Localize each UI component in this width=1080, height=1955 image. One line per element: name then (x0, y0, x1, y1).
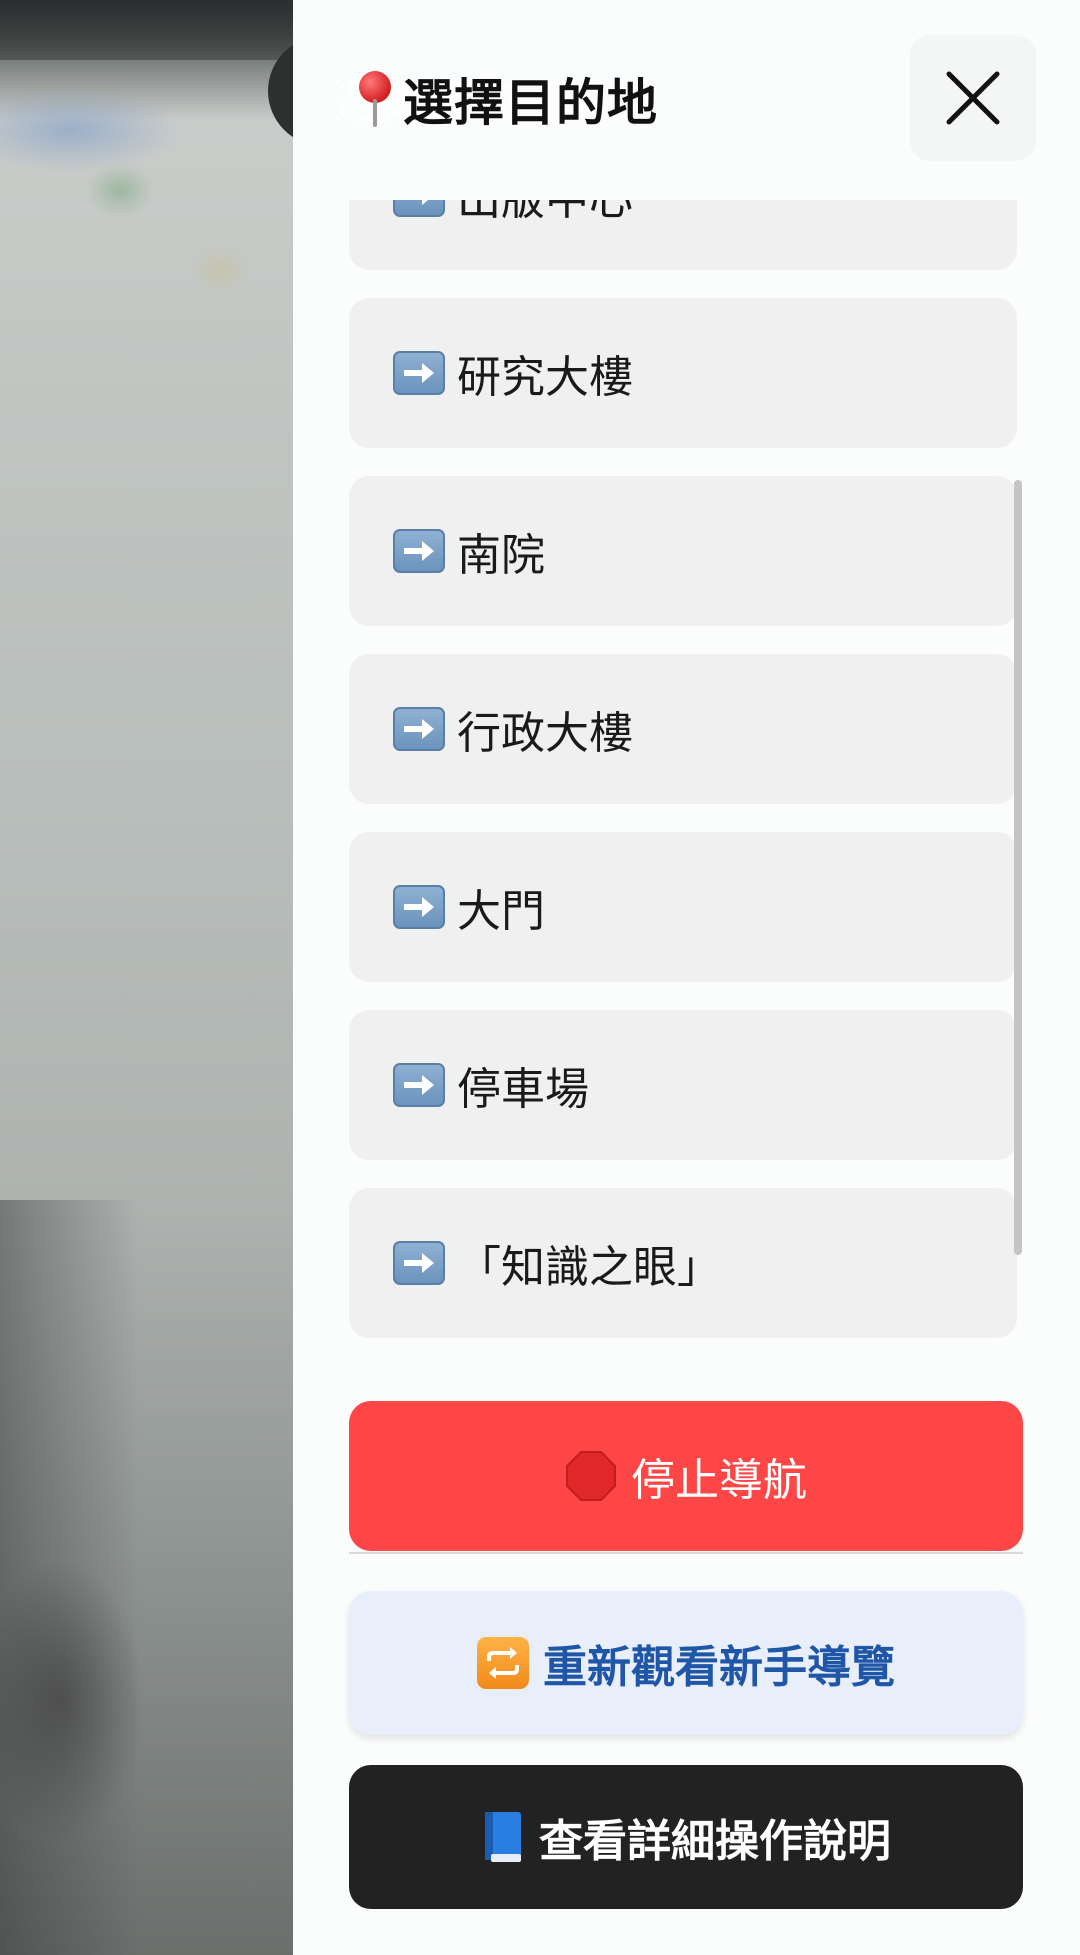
destination-item[interactable]: 出版中心 (349, 200, 1017, 270)
close-button[interactable] (910, 35, 1036, 161)
drawer-header: 選擇目的... 選擇目的地 (293, 0, 1080, 200)
right-arrow-icon (393, 1063, 445, 1107)
right-arrow-icon (393, 351, 445, 395)
stop-sign-icon (565, 1450, 617, 1502)
camera-shadow (0, 1200, 140, 1955)
right-arrow-icon (393, 885, 445, 929)
destination-item[interactable]: 研究大樓 (349, 298, 1017, 448)
destination-label: 停車場 (457, 1064, 589, 1115)
replay-tour-label: 重新觀看新手導覽 (543, 1642, 895, 1693)
destination-list-viewport[interactable]: 出版中心 研究大樓 南院 行政大樓 (293, 200, 1080, 1360)
right-arrow-icon (393, 529, 445, 573)
right-arrow-icon (393, 1241, 445, 1285)
view-guide-button[interactable]: 查看詳細操作說明 (349, 1765, 1023, 1909)
close-icon (946, 71, 1000, 125)
destination-drawer: 出版中心 研究大樓 南院 行政大樓 (293, 0, 1080, 1955)
right-arrow-icon (393, 200, 445, 217)
replay-tour-button[interactable]: 重新觀看新手導覽 (349, 1591, 1023, 1735)
destination-label: 南院 (457, 530, 545, 581)
destination-label: 行政大樓 (457, 708, 633, 759)
repeat-icon (477, 1637, 529, 1689)
view-guide-label: 查看詳細操作說明 (539, 1816, 891, 1867)
destination-label: 「知識之眼」 (457, 1242, 721, 1293)
destination-item[interactable]: 「知識之眼」 (349, 1188, 1017, 1338)
page-title: 選擇目的地 (353, 64, 658, 134)
destination-item[interactable]: 停車場 (349, 1010, 1017, 1160)
camera-top-shade (0, 0, 300, 60)
list-scrollbar[interactable] (1014, 480, 1022, 1255)
blue-book-icon (481, 1810, 525, 1864)
destination-item[interactable]: 大門 (349, 832, 1017, 982)
destination-item[interactable]: 南院 (349, 476, 1017, 626)
stop-navigation-button[interactable]: 停止導航 (349, 1401, 1023, 1551)
page-title-text: 選擇目的地 (403, 74, 658, 132)
destination-label: 出版中心 (457, 200, 633, 227)
destination-label: 研究大樓 (457, 352, 633, 403)
divider (349, 1552, 1023, 1554)
camera-background (0, 0, 300, 1955)
stop-navigation-label: 停止導航 (631, 1455, 807, 1506)
destination-list: 出版中心 研究大樓 南院 行政大樓 (349, 200, 1017, 1360)
round-pushpin-icon (353, 67, 397, 131)
right-arrow-icon (393, 707, 445, 751)
destination-label: 大門 (457, 886, 545, 937)
destination-item[interactable]: 行政大樓 (349, 654, 1017, 804)
